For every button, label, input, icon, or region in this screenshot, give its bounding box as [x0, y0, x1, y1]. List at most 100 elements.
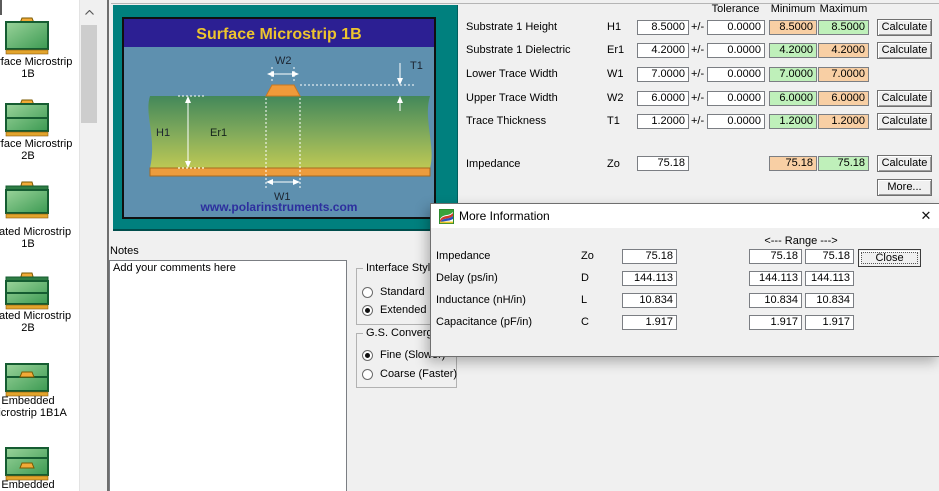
dialog-close-icon[interactable]: ✕ [913, 207, 939, 225]
application-window: Surface Microstrip1B Surface Microstrip2… [0, 0, 939, 491]
surface-microstrip-2b-icon [5, 99, 49, 138]
notes-label: Notes [110, 245, 139, 257]
interface-style-standard-label[interactable]: Standard [380, 286, 425, 298]
param-minimum-value: 8.5000 [769, 20, 817, 35]
plus-minus-label: +/- [691, 115, 704, 127]
param-label: Upper Trace Width [466, 92, 558, 104]
scrollbar-thumb[interactable] [81, 25, 97, 123]
dialog-row-label: Inductance (nH/in) [436, 294, 526, 306]
close-button[interactable]: Close [858, 249, 921, 267]
dialog-range-max-box: 1.917 [805, 315, 854, 330]
calculate-button[interactable]: Calculate [877, 113, 932, 130]
gs-convergence-coarse-label[interactable]: Coarse (Faster) [380, 368, 457, 380]
more-button[interactable]: More... [877, 179, 932, 196]
more-information-dialog: More Information ✕ <--- Range ---> Imped… [430, 203, 939, 357]
trace-shape [266, 85, 300, 96]
param-label: Trace Thickness [466, 115, 546, 127]
gs-convergence-coarse-radio[interactable] [362, 369, 373, 380]
param-label: Substrate 1 Dielectric [466, 44, 571, 56]
h1-label: H1 [156, 127, 170, 139]
impedance-minimum-value: 75.18 [769, 156, 817, 171]
dialog-range-min-box: 10.834 [749, 293, 802, 308]
dialog-row-symbol: D [581, 272, 589, 284]
param-symbol: Er1 [607, 44, 624, 56]
param-value-input[interactable]: 7.0000 [637, 67, 689, 82]
calculate-button[interactable]: Calculate [877, 155, 932, 172]
dialog-row-label: Impedance [436, 250, 490, 262]
dialog-value-box: 10.834 [622, 293, 677, 308]
param-maximum-value: 7.0000 [818, 67, 869, 82]
selection-fragment [0, 0, 2, 15]
surface-microstrip-1b-icon [5, 17, 49, 56]
interface-style-extended-label[interactable]: Extended [380, 304, 426, 316]
scroll-up-arrow-icon[interactable] [81, 3, 97, 22]
param-maximum-value: 8.5000 [818, 20, 869, 35]
coated-microstrip-1b-icon [5, 181, 49, 220]
param-tolerance-input[interactable]: 0.0000 [707, 91, 765, 106]
param-value-input[interactable]: 4.2000 [637, 43, 689, 58]
embedded-microstrip-icon [5, 443, 49, 482]
dialog-title: More Information [459, 209, 550, 223]
dialog-range-min-box: 1.917 [749, 315, 802, 330]
interface-style-extended-radio[interactable] [362, 305, 373, 316]
param-value-input[interactable]: 6.0000 [637, 91, 689, 106]
impedance-label: Impedance [466, 158, 520, 170]
param-tolerance-input[interactable]: 0.0000 [707, 20, 765, 35]
param-minimum-value: 4.2000 [769, 43, 817, 58]
param-tolerance-input[interactable]: 0.0000 [707, 43, 765, 58]
dialog-row-symbol: L [581, 294, 587, 306]
structure-list-sidebar: Surface Microstrip1B Surface Microstrip2… [0, 0, 97, 491]
dialog-titlebar[interactable]: More Information ✕ [431, 204, 939, 228]
impedance-symbol: Zo [607, 158, 620, 170]
dialog-row-label: Capacitance (pF/in) [436, 316, 532, 328]
param-minimum-value: 7.0000 [769, 67, 817, 82]
interface-style-group-label: Interface Style [363, 262, 439, 274]
dialog-value-box: 1.917 [622, 315, 677, 330]
param-maximum-value: 6.0000 [818, 91, 869, 106]
param-tolerance-input[interactable]: 0.0000 [707, 114, 765, 129]
interface-style-standard-radio[interactable] [362, 287, 373, 298]
tolerance-column-header: Tolerance [706, 3, 765, 15]
param-maximum-value: 1.2000 [818, 114, 869, 129]
sidebar-scrollbar[interactable] [79, 0, 97, 491]
param-symbol: W1 [607, 68, 624, 80]
structure-diagram: Surface Microstrip 1B W2 [122, 17, 436, 219]
t1-label: T1 [410, 60, 423, 72]
param-symbol: T1 [607, 115, 620, 127]
dialog-range-min-box: 75.18 [749, 249, 802, 264]
impedance-maximum-value: 75.18 [818, 156, 869, 171]
param-minimum-value: 6.0000 [769, 91, 817, 106]
dialog-range-max-box: 144.113 [805, 271, 854, 286]
param-label: Substrate 1 Height [466, 21, 557, 33]
diagram-panel: Surface Microstrip 1B W2 [113, 5, 458, 231]
plus-minus-label: +/- [691, 44, 704, 56]
calculate-button[interactable]: Calculate [877, 42, 932, 59]
plus-minus-label: +/- [691, 21, 704, 33]
plus-minus-label: +/- [691, 92, 704, 104]
calculate-button[interactable]: Calculate [877, 19, 932, 36]
impedance-value-input[interactable]: 75.18 [637, 156, 689, 171]
dialog-row-symbol: C [581, 316, 589, 328]
dialog-app-icon [439, 209, 454, 224]
website-text: www.polarinstruments.com [200, 200, 358, 214]
dialog-value-box: 75.18 [622, 249, 677, 264]
param-symbol: H1 [607, 21, 621, 33]
param-value-input[interactable]: 8.5000 [637, 20, 689, 35]
param-tolerance-input[interactable]: 0.0000 [707, 67, 765, 82]
diagram-title: Surface Microstrip 1B [196, 26, 361, 43]
w2-label: W2 [275, 55, 292, 67]
gs-convergence-fine-radio[interactable] [362, 350, 373, 361]
param-minimum-value: 1.2000 [769, 114, 817, 129]
dialog-row-label: Delay (ps/in) [436, 272, 498, 284]
dialog-value-box: 144.113 [622, 271, 677, 286]
range-header: <--- Range ---> [741, 235, 861, 247]
embedded-microstrip-1b1a-icon [5, 359, 49, 398]
minimum-column-header: Minimum [769, 3, 817, 15]
param-value-input[interactable]: 1.2000 [637, 114, 689, 129]
calculate-button[interactable]: Calculate [877, 90, 932, 107]
param-symbol: W2 [607, 92, 624, 104]
coated-microstrip-2b-icon [5, 272, 49, 311]
notes-input[interactable]: Add your comments here [109, 260, 347, 491]
maximum-column-header: Maximum [817, 3, 870, 15]
dialog-range-max-box: 75.18 [805, 249, 854, 264]
